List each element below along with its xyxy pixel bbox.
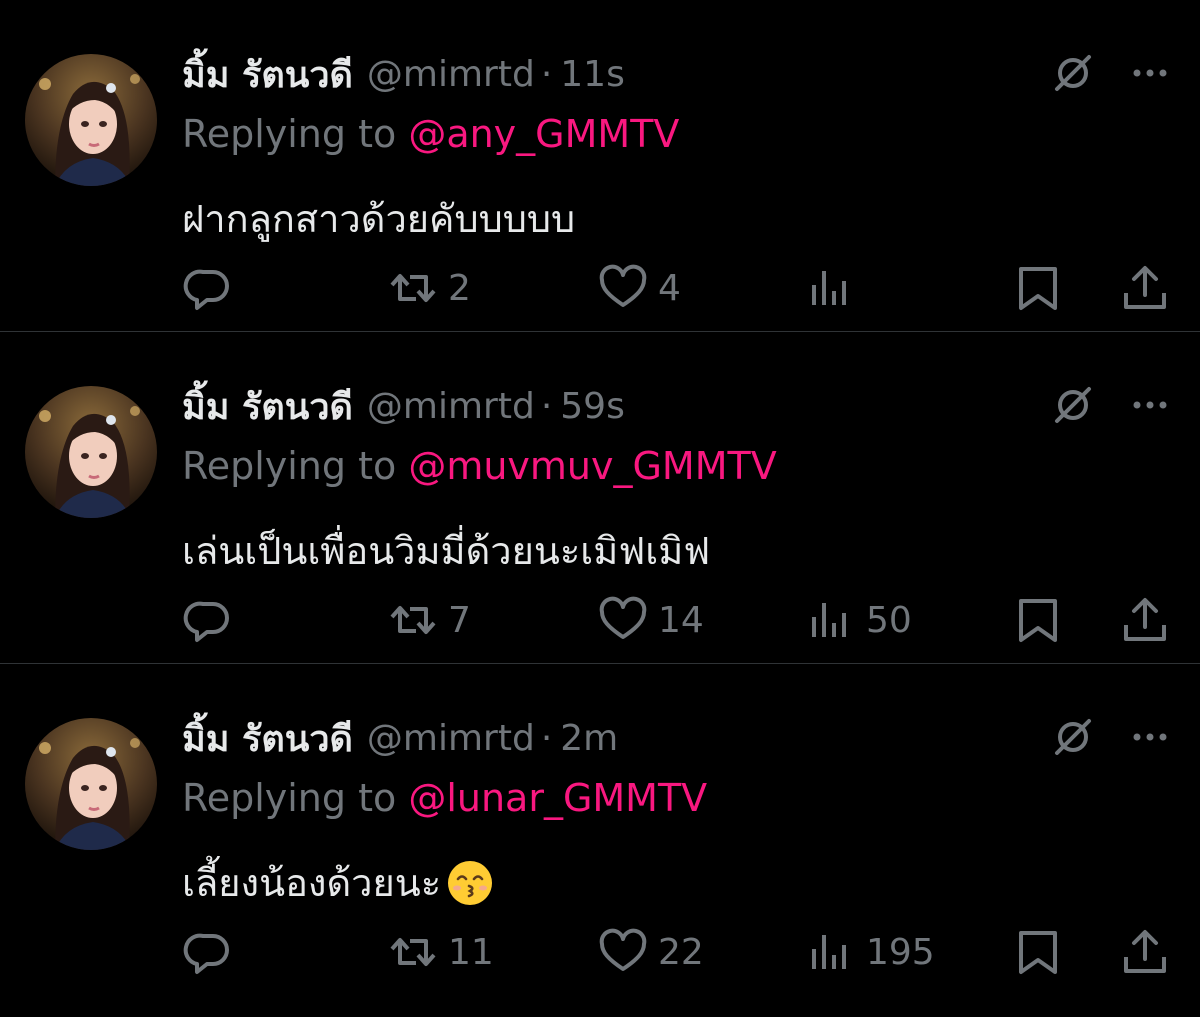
- replying-to: Replying to @lunar_GMMTV: [182, 776, 707, 820]
- avatar[interactable]: [25, 54, 157, 186]
- share-button[interactable]: [1120, 590, 1170, 650]
- reply-button[interactable]: [183, 258, 243, 318]
- retweet-count: 7: [448, 599, 471, 641]
- replying-prefix: Replying to: [182, 776, 409, 820]
- tweet-text: เล่นเป็นเพื่อนวิมมี่ด้วยนะเมิฟเมิฟ: [182, 520, 710, 581]
- heart-icon: [599, 264, 647, 307]
- handle[interactable]: @mimrtd: [367, 718, 535, 759]
- timestamp[interactable]: 2m: [560, 718, 618, 759]
- retweet-button[interactable]: 2: [388, 258, 471, 318]
- retweet-icon: [390, 274, 436, 302]
- display-name[interactable]: มิ้ม รัตนวดี: [182, 46, 353, 103]
- tweet[interactable]: มิ้ม รัตนวดี @mimrtd · 2m Replying to @l…: [0, 664, 1200, 1017]
- share-icon: [1124, 598, 1166, 641]
- tweet-header: มิ้ม รัตนวดี @mimrtd · 59s: [182, 380, 625, 432]
- retweet-icon: [390, 606, 436, 634]
- retweet-button[interactable]: 11: [388, 922, 494, 982]
- views-icon: [812, 935, 846, 969]
- separator-dot: ·: [540, 717, 553, 759]
- replying-to: Replying to @any_GMMTV: [182, 112, 679, 156]
- mention-link[interactable]: @lunar_GMMTV: [408, 776, 707, 820]
- mention-link[interactable]: @muvmuv_GMMTV: [408, 444, 776, 488]
- reply-icon: [183, 269, 229, 310]
- tweet[interactable]: มิ้ม รัตนวดี @mimrtd · 59s Replying to @…: [0, 332, 1200, 664]
- avatar[interactable]: [25, 386, 157, 518]
- bookmark-button[interactable]: [1013, 922, 1063, 982]
- bookmark-icon: [1019, 599, 1057, 642]
- handle[interactable]: @mimrtd: [367, 54, 535, 95]
- tweet[interactable]: มิ้ม รัตนวดี @mimrtd · 11s Replying to @…: [0, 0, 1200, 332]
- view-count: 195: [866, 931, 935, 973]
- share-button[interactable]: [1120, 922, 1170, 982]
- bookmark-button[interactable]: [1013, 258, 1063, 318]
- action-bar: 2 4: [0, 258, 1200, 318]
- bookmark-button[interactable]: [1013, 590, 1063, 650]
- bookmark-icon: [1019, 267, 1057, 310]
- replying-to: Replying to @muvmuv_GMMTV: [182, 444, 777, 488]
- replying-prefix: Replying to: [182, 112, 409, 156]
- retweet-count: 2: [448, 267, 471, 309]
- replying-prefix: Replying to: [182, 444, 409, 488]
- reply-icon: [183, 933, 229, 974]
- tweet-text-content: เลี้ยงน้องด้วยนะ: [182, 861, 442, 905]
- timestamp[interactable]: 11s: [560, 54, 625, 95]
- like-count: 4: [658, 267, 681, 309]
- grok-icon[interactable]: [1050, 50, 1096, 96]
- grok-icon[interactable]: [1050, 714, 1096, 760]
- views-button[interactable]: 195: [806, 922, 935, 982]
- tweet-text: ฝากลูกสาวด้วยคับบบบบ: [182, 188, 575, 249]
- view-count: 50: [866, 599, 912, 641]
- display-name[interactable]: มิ้ม รัตนวดี: [182, 378, 353, 435]
- views-button[interactable]: [806, 258, 866, 318]
- reply-button[interactable]: [183, 590, 243, 650]
- more-icon[interactable]: [1130, 385, 1170, 425]
- more-icon[interactable]: [1130, 53, 1170, 93]
- tweet-text-content: ฝากลูกสาวด้วยคับบบบบ: [182, 197, 576, 241]
- like-button[interactable]: 22: [598, 922, 704, 982]
- handle[interactable]: @mimrtd: [367, 386, 535, 427]
- share-icon: [1124, 930, 1166, 973]
- reply-feed: มิ้ม รัตนวดี @mimrtd · 11s Replying to @…: [0, 0, 1200, 1017]
- like-count: 22: [658, 931, 704, 973]
- share-icon: [1124, 266, 1166, 309]
- views-button[interactable]: 50: [806, 590, 912, 650]
- retweet-button[interactable]: 7: [388, 590, 471, 650]
- grok-icon[interactable]: [1050, 382, 1096, 428]
- separator-dot: ·: [540, 53, 553, 95]
- more-icon[interactable]: [1130, 717, 1170, 757]
- reply-button[interactable]: [183, 922, 243, 982]
- tweet-header: มิ้ม รัตนวดี @mimrtd · 2m: [182, 712, 618, 764]
- tweet-text-content: เล่นเป็นเพื่อนวิมมี่ด้วยนะเมิฟเมิฟ: [182, 529, 711, 573]
- retweet-count: 11: [448, 931, 494, 973]
- separator-dot: ·: [540, 385, 553, 427]
- display-name[interactable]: มิ้ม รัตนวดี: [182, 710, 353, 767]
- tweet-header: มิ้ม รัตนวดี @mimrtd · 11s: [182, 48, 625, 100]
- retweet-icon: [390, 938, 436, 966]
- like-button[interactable]: 14: [598, 590, 704, 650]
- heart-icon: [599, 596, 647, 639]
- action-bar: 11 22 195: [0, 922, 1200, 982]
- reply-icon: [183, 601, 229, 642]
- header-actions: [1050, 50, 1170, 96]
- header-actions: [1050, 382, 1170, 428]
- heart-icon: [599, 928, 647, 971]
- timestamp[interactable]: 59s: [560, 386, 625, 427]
- action-bar: 7 14 50: [0, 590, 1200, 650]
- like-count: 14: [658, 599, 704, 641]
- views-icon: [812, 271, 846, 305]
- header-actions: [1050, 714, 1170, 760]
- tweet-text: เลี้ยงน้องด้วยนะ: [182, 852, 495, 913]
- mention-link[interactable]: @any_GMMTV: [408, 112, 679, 156]
- views-icon: [812, 603, 846, 637]
- bookmark-icon: [1019, 931, 1057, 974]
- like-button[interactable]: 4: [598, 258, 681, 318]
- avatar[interactable]: [25, 718, 157, 850]
- kissing-face-with-smiling-eyes-icon: [448, 860, 493, 905]
- share-button[interactable]: [1120, 258, 1170, 318]
